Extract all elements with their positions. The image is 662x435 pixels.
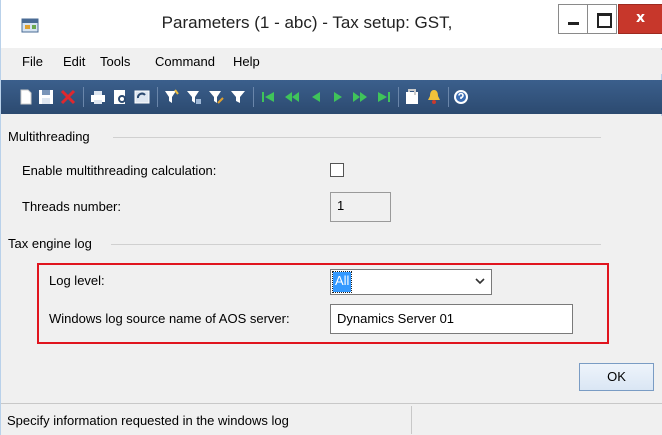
toolbar-separator xyxy=(157,87,158,107)
help-icon[interactable] xyxy=(453,89,469,105)
toolbar-separator xyxy=(448,87,449,107)
menu-tools[interactable]: Tools xyxy=(100,54,130,69)
threads-number-field[interactable]: 1 xyxy=(330,192,391,222)
form-content: Multithreading Enable multithreading cal… xyxy=(1,116,662,416)
status-bar: Specify information requested in the win… xyxy=(1,403,662,435)
menu-bar: File Edit Tools Command Help xyxy=(1,50,662,74)
minimize-button[interactable] xyxy=(558,4,588,34)
previous-page-icon[interactable] xyxy=(284,89,300,105)
remove-filter-icon[interactable] xyxy=(230,89,246,105)
alert-icon[interactable] xyxy=(426,89,442,105)
log-level-select[interactable]: All xyxy=(330,269,492,295)
parameters-window: Parameters (1 - abc) - Tax setup: GST, x… xyxy=(0,0,662,435)
filter-by-selection-icon[interactable] xyxy=(164,89,180,105)
maximize-button[interactable] xyxy=(587,4,617,34)
filter-by-grid-icon[interactable] xyxy=(186,89,202,105)
delete-icon[interactable] xyxy=(60,89,76,105)
log-level-value: All xyxy=(331,271,353,293)
attachments-icon[interactable] xyxy=(404,89,420,105)
group-divider xyxy=(113,137,601,138)
group-title-tax-engine-log: Tax engine log xyxy=(8,236,92,251)
new-icon[interactable] xyxy=(18,89,34,105)
toolbar xyxy=(1,80,662,114)
previous-record-icon[interactable] xyxy=(308,89,324,105)
title-bar[interactable]: Parameters (1 - abc) - Tax setup: GST, x xyxy=(1,0,662,48)
close-button[interactable]: x xyxy=(618,4,662,34)
aos-log-source-input[interactable]: Dynamics Server 01 xyxy=(330,304,573,334)
save-icon[interactable] xyxy=(38,89,54,105)
menu-file[interactable]: File xyxy=(22,54,43,69)
toolbar-separator xyxy=(253,87,254,107)
advanced-filter-icon[interactable] xyxy=(208,89,224,105)
group-divider xyxy=(111,244,601,245)
last-record-icon[interactable] xyxy=(376,89,392,105)
refresh-icon[interactable] xyxy=(134,89,150,105)
aos-log-source-label: Windows log source name of AOS server: xyxy=(49,311,290,326)
menu-command[interactable]: Command xyxy=(155,54,215,69)
enable-multithreading-label: Enable multithreading calculation: xyxy=(22,163,217,178)
next-record-icon[interactable] xyxy=(330,89,346,105)
menu-help[interactable]: Help xyxy=(233,54,260,69)
enable-multithreading-checkbox[interactable] xyxy=(330,163,344,177)
group-title-multithreading: Multithreading xyxy=(8,129,90,144)
status-text: Specify information requested in the win… xyxy=(7,413,289,428)
print-preview-icon[interactable] xyxy=(112,89,128,105)
chevron-down-icon xyxy=(475,278,485,285)
first-record-icon[interactable] xyxy=(260,89,276,105)
toolbar-separator xyxy=(398,87,399,107)
ok-button[interactable]: OK xyxy=(579,363,654,391)
print-icon[interactable] xyxy=(90,89,106,105)
menu-edit[interactable]: Edit xyxy=(63,54,85,69)
close-icon: x xyxy=(635,10,646,26)
toolbar-separator xyxy=(83,87,84,107)
status-divider xyxy=(411,406,412,434)
log-level-label: Log level: xyxy=(49,273,105,288)
threads-number-label: Threads number: xyxy=(22,199,121,214)
next-page-icon[interactable] xyxy=(352,89,368,105)
